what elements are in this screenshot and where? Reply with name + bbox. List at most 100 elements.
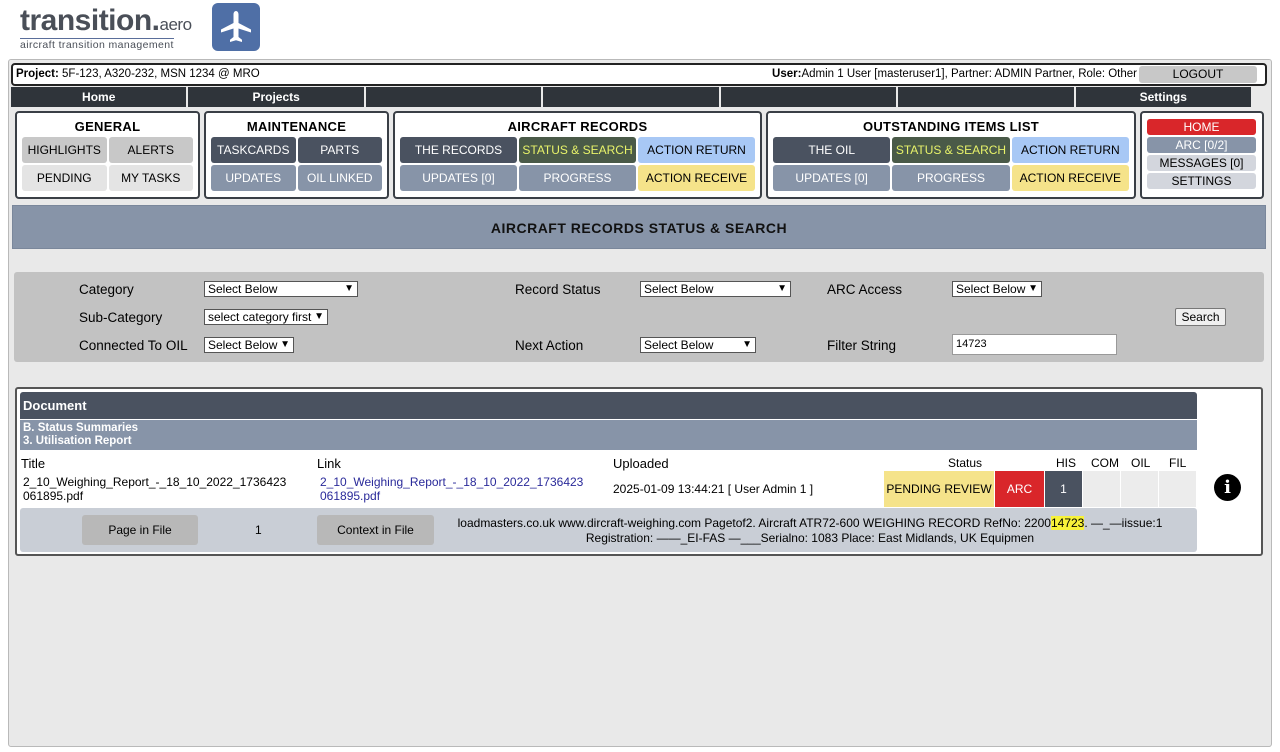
connected-to-oil-select[interactable]: Select Below ▼ — [204, 337, 294, 353]
the-oil-button[interactable]: THE OIL — [773, 137, 891, 163]
search-form: Category Select Below ▼ Sub-Category sele… — [14, 272, 1264, 362]
next-action-select[interactable]: Select Below ▼ — [640, 337, 756, 353]
document-header: Document — [20, 392, 1197, 419]
records-progress-button[interactable]: PROGRESS — [519, 165, 636, 191]
results-table: Document B. Status Summaries 3. Utilisat… — [15, 387, 1263, 556]
quick-links-panel: HOME ARC [0/2] MESSAGES [0] SETTINGS — [1140, 111, 1264, 199]
document-link[interactable]: 2_10_Weighing_Report_-_18_10_2022_173642… — [320, 475, 583, 503]
context-text: loadmasters.co.uk www.dircraft-weighing.… — [457, 516, 1163, 545]
category-label: Category — [79, 282, 134, 297]
nav-blank-3 — [720, 87, 897, 107]
status-badge[interactable]: PENDING REVIEW — [884, 471, 994, 507]
project-info: Project: 5F-123, A320-232, MSN 1234 @ MR… — [16, 68, 260, 80]
column-com: COM — [1091, 456, 1119, 470]
oil-cell — [1121, 471, 1158, 507]
maintenance-panel: MAINTENANCE TASKCARDS PARTS UPDATES OIL … — [204, 111, 389, 199]
category-line: B. Status Summaries — [23, 422, 139, 434]
the-records-button[interactable]: THE RECORDS — [400, 137, 517, 163]
highlights-button[interactable]: HIGHLIGHTS — [22, 137, 107, 163]
chevron-down-icon: ▼ — [344, 283, 354, 294]
page-title: AIRCRAFT RECORDS STATUS & SEARCH — [12, 205, 1266, 249]
context-row: Page in File 1 Context in File loadmaste… — [20, 508, 1197, 552]
oil-status-search-button[interactable]: STATUS & SEARCH — [892, 137, 1010, 163]
logo: transition.aero aircraft transition mana… — [18, 3, 268, 54]
arc-access-label: ARC Access — [827, 282, 903, 297]
filter-string-label: Filter String — [827, 338, 897, 353]
filter-string-input[interactable]: 14723 — [952, 334, 1117, 355]
arc-access-select[interactable]: Select Below ▼ — [952, 281, 1042, 297]
record-status-select[interactable]: Select Below ▼ — [640, 281, 791, 297]
project-bar: Project: 5F-123, A320-232, MSN 1234 @ MR… — [11, 63, 1267, 86]
column-his: HIS — [1056, 456, 1077, 470]
top-navigation: Home Projects Settings — [11, 87, 1251, 107]
messages-button[interactable]: MESSAGES [0] — [1147, 155, 1256, 171]
column-oil: OIL — [1131, 456, 1151, 470]
user-info: User:Admin 1 User [masteruser1], Partner… — [772, 68, 1137, 80]
chevron-down-icon: ▼ — [777, 283, 787, 294]
chevron-down-icon: ▼ — [280, 339, 290, 350]
oil-linked-button[interactable]: OIL LINKED — [297, 165, 382, 191]
records-updates-button[interactable]: UPDATES [0] — [400, 165, 517, 191]
info-icon[interactable]: i — [1214, 474, 1241, 501]
taskcards-button[interactable]: TASKCARDS — [211, 137, 296, 163]
nav-projects[interactable]: Projects — [188, 87, 364, 107]
search-highlight: 14723 — [1050, 516, 1085, 530]
home-button[interactable]: HOME — [1147, 119, 1256, 135]
category-select[interactable]: Select Below ▼ — [204, 281, 358, 297]
arc-badge[interactable]: ARC — [995, 471, 1044, 507]
oil-progress-button[interactable]: PROGRESS — [892, 165, 1010, 191]
column-link: Link — [317, 456, 341, 471]
panel-title: OUTSTANDING ITEMS LIST — [862, 119, 1040, 134]
connected-to-oil-label: Connected To OIL — [79, 338, 188, 353]
nav-home[interactable]: Home — [11, 87, 187, 107]
logo-wordmark: transition.aero — [20, 4, 192, 37]
settings-button[interactable]: SETTINGS — [1147, 173, 1256, 189]
alerts-button[interactable]: ALERTS — [108, 137, 193, 163]
record-status-label: Record Status — [515, 282, 601, 297]
document-title: 2_10_Weighing_Report_-_18_10_2022_173642… — [23, 475, 287, 503]
pending-button[interactable]: PENDING — [22, 165, 107, 191]
aircraft-records-panel: AIRCRAFT RECORDS THE RECORDS STATUS & SE… — [393, 111, 762, 199]
records-action-receive-button[interactable]: ACTION RECEIVE — [638, 165, 755, 191]
panel-title: GENERAL — [74, 119, 141, 134]
subcategory-line: 3. Utilisation Report — [23, 435, 132, 447]
uploaded-info: 2025-01-09 13:44:21 [ User Admin 1 ] — [613, 482, 814, 496]
chevron-down-icon: ▼ — [314, 311, 324, 322]
oil-action-receive-button[interactable]: ACTION RECEIVE — [1011, 165, 1129, 191]
updates-button[interactable]: UPDATES — [211, 165, 296, 191]
oil-updates-button[interactable]: UPDATES [0] — [773, 165, 891, 191]
chevron-down-icon: ▼ — [1028, 283, 1038, 294]
my-tasks-button[interactable]: MY TASKS — [108, 165, 193, 191]
column-uploaded: Uploaded — [613, 456, 669, 471]
outstanding-items-panel: OUTSTANDING ITEMS LIST THE OIL STATUS & … — [766, 111, 1136, 199]
chevron-down-icon: ▼ — [742, 339, 752, 350]
records-status-search-button[interactable]: STATUS & SEARCH — [519, 137, 636, 163]
airplane-logo-icon — [212, 3, 260, 51]
logout-button[interactable]: LOGOUT — [1139, 66, 1257, 83]
nav-settings[interactable]: Settings — [1075, 87, 1251, 107]
parts-button[interactable]: PARTS — [297, 137, 382, 163]
nav-blank-1 — [365, 87, 542, 107]
fil-cell — [1159, 471, 1196, 507]
subcategory-select[interactable]: select category first ▼ — [204, 309, 328, 325]
panel-title: AIRCRAFT RECORDS — [507, 119, 648, 134]
records-action-return-button[interactable]: ACTION RETURN — [638, 137, 755, 163]
context-in-file-button[interactable]: Context in File — [317, 515, 434, 545]
column-status: Status — [948, 456, 983, 470]
subcategory-label: Sub-Category — [79, 310, 163, 325]
page-in-file-button[interactable]: Page in File — [82, 515, 198, 545]
column-title: Title — [21, 456, 46, 471]
nav-blank-4 — [898, 87, 1074, 107]
com-cell — [1083, 471, 1120, 507]
search-button[interactable]: Search — [1175, 308, 1226, 326]
general-panel: GENERAL HIGHLIGHTS ALERTS PENDING MY TAS… — [15, 111, 200, 199]
his-count[interactable]: 1 — [1045, 471, 1082, 507]
logo-tagline: aircraft transition management — [20, 38, 174, 51]
column-fil: FIL — [1169, 456, 1187, 470]
oil-action-return-button[interactable]: ACTION RETURN — [1011, 137, 1129, 163]
next-action-label: Next Action — [515, 338, 584, 353]
nav-blank-2 — [543, 87, 719, 107]
arc-button[interactable]: ARC [0/2] — [1147, 137, 1256, 153]
category-header: B. Status Summaries 3. Utilisation Repor… — [20, 420, 1197, 450]
panel-title: MAINTENANCE — [246, 119, 347, 134]
